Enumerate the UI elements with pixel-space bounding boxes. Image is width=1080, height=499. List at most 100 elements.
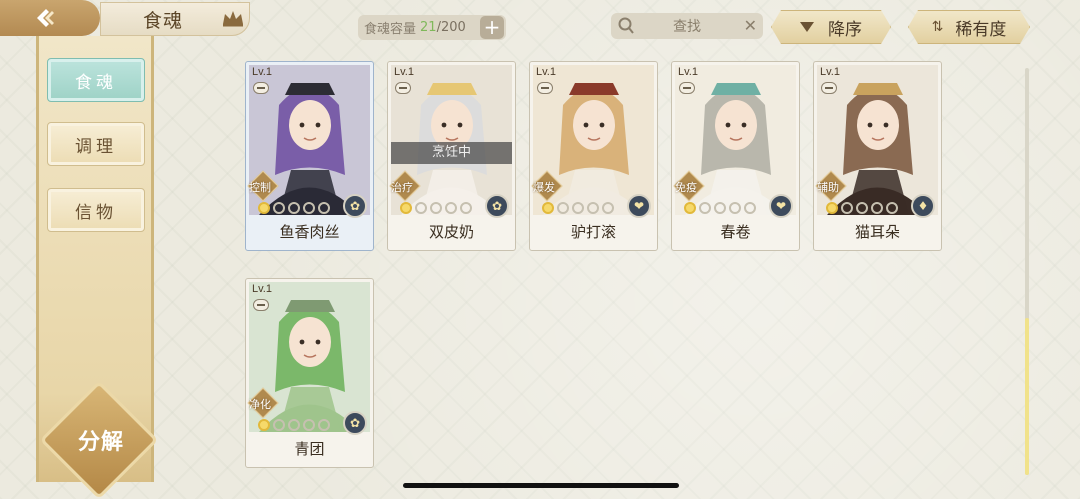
star-icon: [273, 419, 285, 431]
back-button[interactable]: [0, 0, 100, 36]
soul-card[interactable]: Lv.1 爆发 ❤ 驴打滚: [529, 61, 658, 251]
element-heart-icon: ❤: [627, 194, 651, 218]
sidebar-item-label: 信物: [75, 202, 117, 223]
capacity-label: 食魂容量: [364, 22, 417, 37]
star-icon: [871, 202, 883, 214]
status-overlay: 烹饪中: [391, 142, 512, 164]
capacity-total: /200: [436, 20, 466, 35]
star-icon: [430, 202, 442, 214]
back-arrow-icon: [37, 9, 54, 27]
star-icon: [273, 202, 285, 214]
role-badge: 治疗: [389, 170, 421, 202]
home-indicator: [403, 483, 679, 488]
star-icon: [415, 202, 427, 214]
lock-toggle-icon[interactable]: [253, 82, 269, 94]
sort-order-button[interactable]: 降序: [771, 10, 891, 44]
star-icon: [699, 202, 711, 214]
crown-ornament-icon: [223, 11, 243, 27]
lock-toggle-icon[interactable]: [679, 82, 695, 94]
star-icon: [729, 202, 741, 214]
role-badge: 爆发: [531, 170, 563, 202]
role-badge: 净化: [247, 387, 279, 419]
soul-card[interactable]: Lv.1 控制 ✿ 鱼香肉丝: [245, 61, 374, 251]
star-icon: [826, 202, 838, 214]
element-flower-icon: ✿: [485, 194, 509, 218]
sort-by-label: 稀有度: [955, 19, 1007, 40]
lock-toggle-icon[interactable]: [821, 82, 837, 94]
star-icon: [886, 202, 898, 214]
sidebar-item-soul[interactable]: 食魂: [47, 58, 145, 102]
decompose-label: 分解: [77, 430, 124, 455]
star-icon: [318, 202, 330, 214]
level-label: Lv.1: [678, 66, 698, 78]
star-icon: [542, 202, 554, 214]
element-flower-icon: ✿: [343, 411, 367, 435]
star-rating: [826, 202, 916, 216]
star-icon: [841, 202, 853, 214]
expand-capacity-button[interactable]: +: [480, 16, 504, 39]
lock-toggle-icon[interactable]: [395, 82, 411, 94]
level-label: Lv.1: [536, 66, 556, 78]
star-icon: [684, 202, 696, 214]
search-input[interactable]: 查找 ✕: [611, 13, 763, 39]
scrollbar-thumb[interactable]: [1025, 318, 1029, 475]
top-bar: 食魂 食魂容量 21 /200 + 查找 ✕ 降序 ⇅ 稀有度: [0, 0, 1080, 40]
capacity-used: 21: [420, 20, 437, 35]
level-label: Lv.1: [820, 66, 840, 78]
search-placeholder: 查找: [673, 19, 701, 35]
star-icon: [744, 202, 756, 214]
star-icon: [445, 202, 457, 214]
sidebar-item-label: 调理: [75, 136, 117, 157]
lock-toggle-icon[interactable]: [537, 82, 553, 94]
soul-card[interactable]: Lv.1 烹饪中 治疗 ✿ 双皮奶: [387, 61, 516, 251]
role-label: 净化: [249, 398, 271, 411]
page-title-text: 食魂: [143, 9, 184, 32]
character-name: 猫耳朵: [854, 223, 900, 241]
role-label: 控制: [249, 181, 271, 194]
role-badge: 免疫: [673, 170, 705, 202]
star-icon: [572, 202, 584, 214]
search-icon: [618, 17, 634, 34]
role-label: 辅助: [817, 181, 839, 194]
star-rating: [400, 202, 490, 216]
sidebar-item-tokens[interactable]: 信物: [47, 188, 145, 232]
triangle-down-icon: [800, 22, 814, 32]
star-icon: [288, 202, 300, 214]
star-icon: [602, 202, 614, 214]
star-icon: [400, 202, 412, 214]
capacity-display: 食魂容量 21 /200 +: [358, 15, 506, 40]
star-icon: [557, 202, 569, 214]
element-flower-icon: ✿: [343, 194, 367, 218]
soul-card[interactable]: Lv.1 净化 ✿ 青团: [245, 278, 374, 468]
level-label: Lv.1: [252, 66, 272, 78]
star-icon: [288, 419, 300, 431]
soul-card[interactable]: Lv.1 免疫 ❤ 春卷: [671, 61, 800, 251]
lock-toggle-icon[interactable]: [253, 299, 269, 311]
star-icon: [318, 419, 330, 431]
star-icon: [303, 202, 315, 214]
sort-by-button[interactable]: ⇅ 稀有度: [908, 10, 1030, 44]
star-icon: [856, 202, 868, 214]
star-rating: [684, 202, 774, 216]
clear-icon[interactable]: ✕: [744, 16, 757, 35]
star-icon: [460, 202, 472, 214]
character-name: 青团: [294, 440, 325, 458]
role-label: 爆发: [533, 181, 555, 194]
star-icon: [714, 202, 726, 214]
sidebar: 食魂 调理 信物 分解: [36, 36, 159, 499]
role-badge: 控制: [247, 170, 279, 202]
sidebar-item-label: 食魂: [75, 72, 117, 93]
sidebar-item-conditioning[interactable]: 调理: [47, 122, 145, 166]
level-label: Lv.1: [394, 66, 414, 78]
role-label: 治疗: [391, 181, 413, 194]
sort-order-label: 降序: [828, 19, 862, 40]
character-name: 双皮奶: [428, 223, 474, 241]
swap-arrows-icon: ⇅: [931, 19, 942, 35]
star-rating: [542, 202, 632, 216]
character-name: 鱼香肉丝: [279, 223, 340, 241]
star-rating: [258, 419, 348, 433]
star-icon: [258, 202, 270, 214]
role-label: 免疫: [675, 181, 697, 194]
soul-card[interactable]: Lv.1 辅助 ♦ 猫耳朵: [813, 61, 942, 251]
element-heart-icon: ❤: [769, 194, 793, 218]
